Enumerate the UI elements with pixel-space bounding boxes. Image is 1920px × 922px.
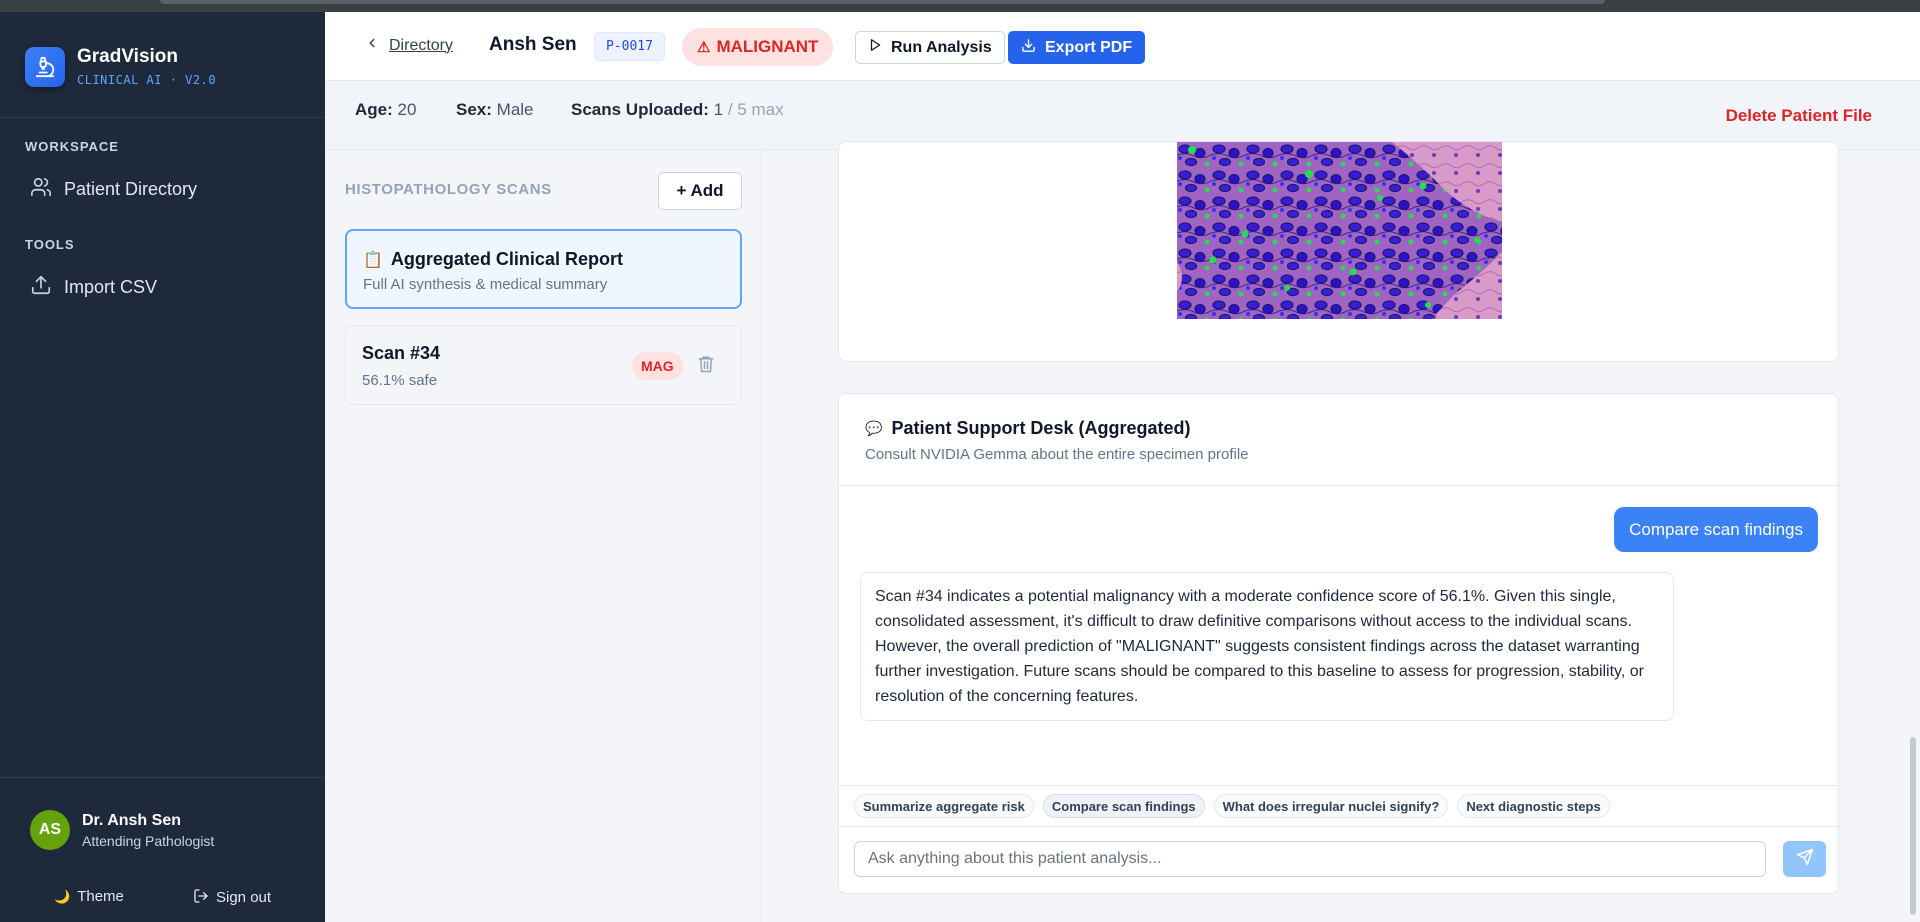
app-name: GradVision — [77, 46, 179, 67]
logout-icon — [193, 888, 209, 907]
sidebar-item-import-csv[interactable]: Import CSV — [30, 274, 157, 301]
theme-label: Theme — [77, 888, 124, 905]
analysis-content: 💬 Patient Support Desk (Aggregated) Cons… — [763, 141, 1920, 922]
chat-header: 💬 Patient Support Desk (Aggregated) Cons… — [839, 394, 1838, 486]
report-title: Aggregated Clinical Report — [390, 249, 623, 269]
user-name: Dr. Ansh Sen — [82, 811, 181, 829]
export-pdf-button[interactable]: Export PDF — [1008, 31, 1146, 64]
scan-list-heading: HISTOPATHOLOGY SCANS — [345, 181, 552, 198]
chat-title: Patient Support Desk (Aggregated) — [891, 418, 1191, 438]
chat-composer — [839, 826, 1838, 893]
run-analysis-label: Run Analysis — [891, 38, 992, 56]
status-badge: ⚠ MALIGNANT — [682, 28, 834, 66]
run-analysis-button[interactable]: Run Analysis — [855, 31, 1005, 64]
send-button[interactable] — [1783, 841, 1826, 877]
play-icon — [868, 38, 882, 57]
patient-info-bar: Age: 20 Sex: Male Scans Uploaded: 1 / 5 … — [325, 82, 1920, 150]
browser-top-strip — [0, 0, 1920, 12]
download-icon — [1021, 38, 1036, 58]
chip-next-steps[interactable]: Next diagnostic steps — [1457, 794, 1610, 818]
chevron-left-icon — [365, 36, 379, 55]
back-to-directory-link[interactable]: Directory — [365, 36, 453, 55]
scan-confidence: 56.1% safe — [362, 372, 438, 389]
microscope-icon — [25, 46, 65, 87]
chip-compare-findings[interactable]: Compare scan findings — [1042, 794, 1205, 818]
patient-name: Ansh Sen — [489, 34, 577, 55]
warning-icon: ⚠ — [697, 39, 711, 56]
aggregated-report-card[interactable]: 📋 Aggregated Clinical Report Full AI syn… — [345, 229, 742, 309]
sidebar: GradVision CLINICAL AI · V2.0 WORKSPACE … — [0, 12, 325, 922]
chat-input[interactable] — [854, 841, 1766, 877]
patient-header: Directory Ansh Sen P-0017 ⚠ MALIGNANT Ru… — [325, 12, 1920, 81]
delete-patient-button[interactable]: Delete Patient File — [1726, 106, 1872, 126]
suggestion-chips: Summarize aggregate risk Compare scan fi… — [839, 785, 1838, 826]
upload-icon — [30, 274, 64, 301]
browser-tab-bar — [160, 0, 1605, 4]
ai-message: Scan #34 indicates a potential malignanc… — [860, 572, 1674, 721]
app-version: CLINICAL AI · V2.0 — [77, 73, 217, 87]
send-icon — [1796, 848, 1814, 871]
user-message: Compare scan findings — [1614, 507, 1818, 552]
users-icon — [30, 176, 64, 203]
export-pdf-label: Export PDF — [1045, 38, 1133, 56]
sidebar-item-label: Import CSV — [64, 277, 158, 297]
sidebar-item-label: Patient Directory — [64, 179, 198, 199]
section-workspace: WORKSPACE — [25, 139, 119, 154]
patient-age: Age: 20 — [355, 100, 417, 119]
user-profile[interactable]: AS Dr. Ansh Sen Attending Pathologist — [30, 810, 214, 850]
scans-uploaded: Scans Uploaded: 1 / 5 max — [571, 100, 784, 119]
trash-icon[interactable] — [697, 354, 715, 379]
avatar: AS — [30, 810, 70, 850]
report-subtitle: Full AI synthesis & medical summary — [363, 276, 608, 293]
scan-card[interactable]: Scan #34 56.1% safe MAG — [345, 325, 742, 405]
scan-list-panel: HISTOPATHOLOGY SCANS + Add 📋 Aggregated … — [325, 151, 762, 922]
add-scan-button[interactable]: + Add — [658, 172, 742, 210]
chip-irregular-nuclei[interactable]: What does irregular nuclei signify? — [1213, 794, 1449, 818]
chat-bubble-icon: 💬 — [865, 420, 883, 436]
scan-image-card — [838, 141, 1839, 362]
brand[interactable]: GradVision CLINICAL AI · V2.0 — [25, 46, 216, 87]
back-label: Directory — [389, 36, 454, 54]
sidebar-divider — [0, 117, 325, 118]
sidebar-item-patient-directory[interactable]: Patient Directory — [30, 176, 197, 203]
scan-status-badge: MAG — [632, 352, 683, 380]
user-role: Attending Pathologist — [82, 832, 215, 849]
theme-button[interactable]: 🌙 Theme — [54, 888, 124, 905]
patient-sex: Sex: Male — [456, 100, 534, 119]
chip-summarize-risk[interactable]: Summarize aggregate risk — [854, 794, 1034, 818]
section-tools: TOOLS — [25, 237, 75, 252]
scan-title: Scan #34 — [362, 343, 441, 363]
patient-id-badge: P-0017 — [594, 32, 665, 61]
user-divider — [0, 777, 325, 778]
moon-icon: 🌙 — [54, 888, 71, 904]
histopathology-image[interactable] — [1177, 142, 1502, 319]
clipboard-icon: 📋 — [363, 251, 383, 269]
sign-out-button[interactable]: Sign out — [193, 888, 271, 907]
status-label: MALIGNANT — [716, 37, 819, 56]
chat-subtitle: Consult NVIDIA Gemma about the entire sp… — [865, 446, 1249, 463]
sign-out-label: Sign out — [216, 889, 272, 906]
page-scrollbar[interactable] — [1910, 737, 1916, 915]
patient-support-chat: 💬 Patient Support Desk (Aggregated) Cons… — [838, 393, 1839, 894]
